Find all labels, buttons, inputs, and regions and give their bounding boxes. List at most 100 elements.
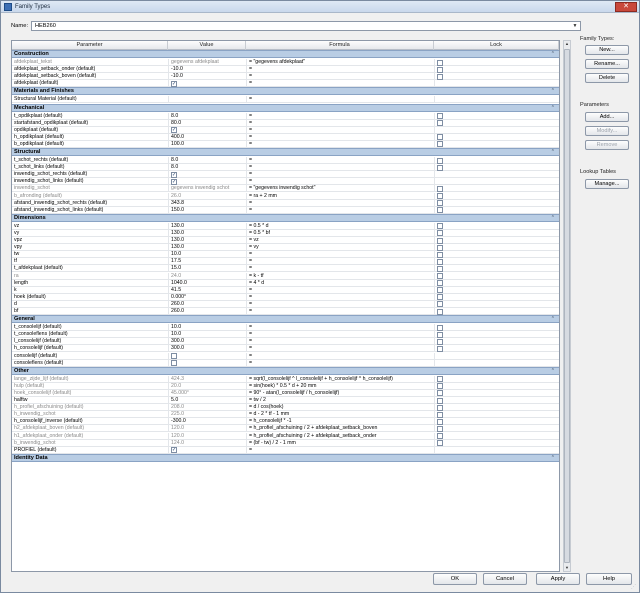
value-checkbox[interactable]: ✓ xyxy=(171,447,177,454)
formula-cell[interactable]: = 0.5 * bf xyxy=(246,229,434,237)
lock-checkbox[interactable] xyxy=(437,113,443,119)
lock-checkbox[interactable] xyxy=(437,376,443,383)
lock-checkbox[interactable] xyxy=(437,331,443,338)
section-header[interactable]: Structural ⌃ xyxy=(12,148,559,156)
scroll-up-arrow-icon[interactable]: ▲ xyxy=(564,41,570,47)
value-cell[interactable]: 343.8 xyxy=(168,199,246,207)
lock-checkbox[interactable] xyxy=(437,223,443,230)
value-cell[interactable]: 120.0 xyxy=(168,425,246,433)
formula-cell[interactable]: = xyxy=(246,251,434,259)
formula-cell[interactable]: = k - tf xyxy=(246,272,434,280)
value-cell[interactable]: 150.0 xyxy=(168,206,246,214)
value-cell[interactable]: 80.0 xyxy=(168,119,246,127)
resize-grip-icon[interactable]: ⋰ xyxy=(631,584,637,590)
formula-cell[interactable]: = xyxy=(246,96,434,104)
value-checkbox[interactable] xyxy=(171,360,177,367)
value-checkbox[interactable]: ✓ xyxy=(171,178,177,185)
value-cell[interactable]: 130.0 xyxy=(168,222,246,230)
formula-cell[interactable]: = vz xyxy=(246,237,434,244)
value-cell[interactable]: ✓ xyxy=(168,80,246,88)
value-cell[interactable]: -10.0 xyxy=(168,66,246,74)
formula-cell[interactable]: = xyxy=(246,140,434,148)
formula-cell[interactable]: = 4 * d xyxy=(246,279,434,287)
section-header[interactable]: Materials and Finishes ⌃ xyxy=(12,87,559,96)
formula-cell[interactable]: = (bf - tw) / 2 - 1 mm xyxy=(246,439,434,447)
value-cell[interactable]: gegevens afdekplaat xyxy=(168,59,246,66)
lock-checkbox[interactable] xyxy=(437,120,443,127)
header-parameter[interactable]: Parameter xyxy=(12,41,168,50)
lock-checkbox[interactable] xyxy=(437,294,443,301)
lock-checkbox[interactable] xyxy=(437,433,443,439)
value-cell[interactable]: 260.0 xyxy=(168,300,246,308)
lock-checkbox[interactable] xyxy=(437,383,443,390)
value-cell[interactable]: 20.0 xyxy=(168,382,246,390)
formula-cell[interactable]: = xyxy=(246,73,434,81)
value-checkbox[interactable] xyxy=(171,353,177,359)
value-cell[interactable]: 260.0 xyxy=(168,308,246,315)
formula-cell[interactable]: = xyxy=(246,119,434,127)
lock-checkbox[interactable] xyxy=(437,287,443,294)
formula-cell[interactable]: = ra + 2 mm xyxy=(246,192,434,200)
value-cell[interactable] xyxy=(168,352,246,360)
value-cell[interactable]: ✓ xyxy=(168,178,246,186)
lock-checkbox[interactable] xyxy=(437,230,443,237)
formula-cell[interactable]: = d / cos(hoek) xyxy=(246,404,434,412)
lock-checkbox[interactable] xyxy=(437,244,443,251)
value-cell[interactable]: 0.000° xyxy=(168,293,246,301)
lock-checkbox[interactable] xyxy=(437,134,443,141)
value-cell[interactable]: 8.0 xyxy=(168,112,246,120)
collapse-icon[interactable]: ⌃ xyxy=(551,455,555,462)
value-cell[interactable]: -10.0 xyxy=(168,73,246,81)
lock-checkbox[interactable] xyxy=(437,207,443,214)
value-cell[interactable]: 24.0 xyxy=(168,272,246,280)
formula-cell[interactable]: = xyxy=(246,338,434,346)
lock-checkbox[interactable] xyxy=(437,425,443,432)
formula-cell[interactable]: = "gegevens afdekplaat" xyxy=(246,59,434,66)
formula-cell[interactable]: = xyxy=(246,308,434,315)
collapse-icon[interactable]: ⌃ xyxy=(551,368,555,375)
value-checkbox[interactable]: ✓ xyxy=(171,80,177,87)
section-header[interactable]: Construction ⌃ xyxy=(12,50,559,58)
help-button[interactable]: Help xyxy=(586,573,632,585)
formula-cell[interactable]: = xyxy=(246,126,434,134)
section-header[interactable]: Mechanical ⌃ xyxy=(12,103,559,112)
formula-cell[interactable]: = xyxy=(246,446,434,454)
lock-checkbox[interactable] xyxy=(437,308,443,315)
modify-parameter-button[interactable]: Modify... xyxy=(585,126,629,136)
lock-checkbox[interactable] xyxy=(437,251,443,258)
formula-cell[interactable]: = vy xyxy=(246,244,434,252)
lock-checkbox[interactable] xyxy=(437,273,443,279)
formula-cell[interactable]: = xyxy=(246,345,434,353)
value-cell[interactable]: 424.3 xyxy=(168,375,246,383)
lock-checkbox[interactable] xyxy=(437,164,443,171)
value-cell[interactable]: 130.0 xyxy=(168,244,246,252)
collapse-icon[interactable]: ⌃ xyxy=(551,105,555,112)
value-cell[interactable]: 208.0 xyxy=(168,404,246,412)
value-cell[interactable]: 120.0 xyxy=(168,432,246,440)
value-cell[interactable]: 124.0 xyxy=(168,439,246,447)
formula-cell[interactable]: = xyxy=(246,324,434,332)
ok-button[interactable]: OK xyxy=(433,573,477,585)
value-cell[interactable] xyxy=(168,96,246,104)
manage-lookup-tables-button[interactable]: Manage... xyxy=(585,179,629,189)
lock-checkbox[interactable] xyxy=(437,59,443,66)
header-lock[interactable]: Lock xyxy=(434,41,559,50)
section-header[interactable]: Dimensions ⌃ xyxy=(12,213,559,222)
apply-button[interactable]: Apply xyxy=(536,573,580,585)
lock-checkbox[interactable] xyxy=(437,200,443,207)
value-cell[interactable]: 15.0 xyxy=(168,265,246,273)
formula-cell[interactable]: = xyxy=(246,164,434,172)
value-cell[interactable]: ✓ xyxy=(168,446,246,454)
formula-cell[interactable]: = xyxy=(246,359,434,367)
formula-cell[interactable]: = xyxy=(246,66,434,74)
value-cell[interactable]: 10.0 xyxy=(168,324,246,332)
value-cell[interactable]: 1040.0 xyxy=(168,279,246,287)
value-cell[interactable]: 300.0 xyxy=(168,338,246,346)
collapse-icon[interactable]: ⌃ xyxy=(551,149,555,156)
header-formula[interactable]: Formula xyxy=(246,41,434,50)
formula-cell[interactable]: = xyxy=(246,157,434,164)
value-cell[interactable]: 100.0 xyxy=(168,140,246,148)
formula-cell[interactable]: = xyxy=(246,80,434,88)
vertical-scrollbar[interactable]: ▲ ▼ xyxy=(563,40,571,572)
section-header[interactable]: General ⌃ xyxy=(12,315,559,324)
